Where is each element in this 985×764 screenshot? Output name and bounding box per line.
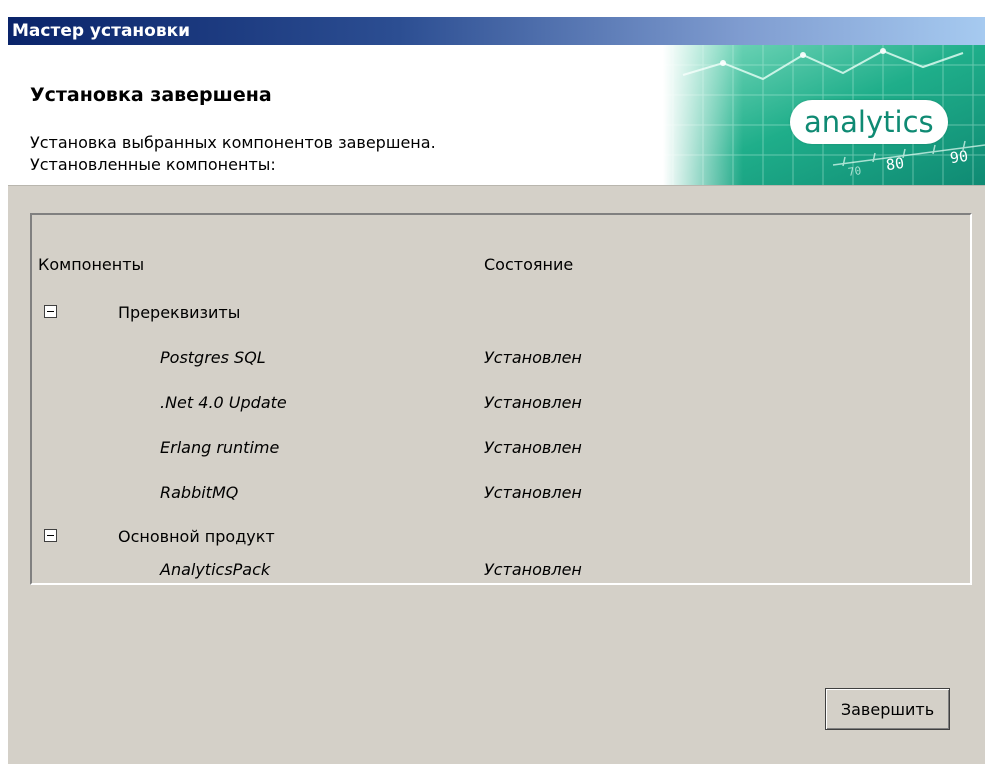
- collapse-minus-icon[interactable]: [44, 529, 57, 542]
- screen: Мастер установки Установка завершена Уст…: [0, 0, 985, 764]
- banner-number-90: 90: [948, 146, 970, 168]
- component-name: RabbitMQ: [160, 483, 239, 502]
- column-header-state: Состояние: [484, 255, 574, 274]
- component-name: Erlang runtime: [160, 438, 280, 457]
- component-state: Установлен: [484, 348, 582, 367]
- tree-group-main-product: Основной продукт: [32, 515, 970, 559]
- component-state: Установлен: [484, 560, 582, 579]
- tree-item-erlang-runtime: Erlang runtime Установлен: [32, 426, 970, 470]
- installer-window: Мастер установки Установка завершена Уст…: [8, 17, 985, 764]
- description-line-1: Установка выбранных компонентов завершен…: [30, 133, 436, 152]
- tree-item-net-update: .Net 4.0 Update Установлен: [32, 381, 970, 425]
- description-line-2: Установленные компоненты:: [30, 155, 276, 174]
- analytics-logo: analytics: [790, 100, 948, 144]
- component-state: Установлен: [484, 393, 582, 412]
- component-state: Установлен: [484, 438, 582, 457]
- collapse-minus-icon[interactable]: [44, 305, 57, 318]
- wizard-header: Установка завершена Установка выбранных …: [8, 45, 985, 186]
- column-header-components: Компоненты: [38, 255, 145, 274]
- banner-fade: [663, 45, 743, 185]
- page-title: Установка завершена: [30, 84, 272, 106]
- banner-number-80: 80: [884, 153, 906, 175]
- tree-item-analyticspack: AnalyticsPack Установлен: [32, 559, 970, 583]
- page-description: Установка выбранных компонентов завершен…: [30, 132, 436, 176]
- tree-item-rabbitmq: RabbitMQ Установлен: [32, 471, 970, 515]
- group-label: Пререквизиты: [118, 303, 241, 322]
- tree-group-prerequisites: Пререквизиты: [32, 291, 970, 335]
- banner-number-70: 70: [847, 164, 863, 179]
- component-name: AnalyticsPack: [160, 560, 271, 579]
- tree-item-postgres-sql: Postgres SQL Установлен: [32, 336, 970, 380]
- title-bar[interactable]: Мастер установки: [8, 17, 985, 45]
- window-title: Мастер установки: [12, 21, 191, 41]
- component-state: Установлен: [484, 483, 582, 502]
- component-name: .Net 4.0 Update: [160, 393, 287, 412]
- installed-components-list: Компоненты Состояние Пререквизиты Postgr…: [30, 213, 972, 585]
- group-label: Основной продукт: [118, 527, 275, 546]
- finish-button[interactable]: Завершить: [825, 688, 950, 730]
- component-name: Postgres SQL: [160, 348, 266, 367]
